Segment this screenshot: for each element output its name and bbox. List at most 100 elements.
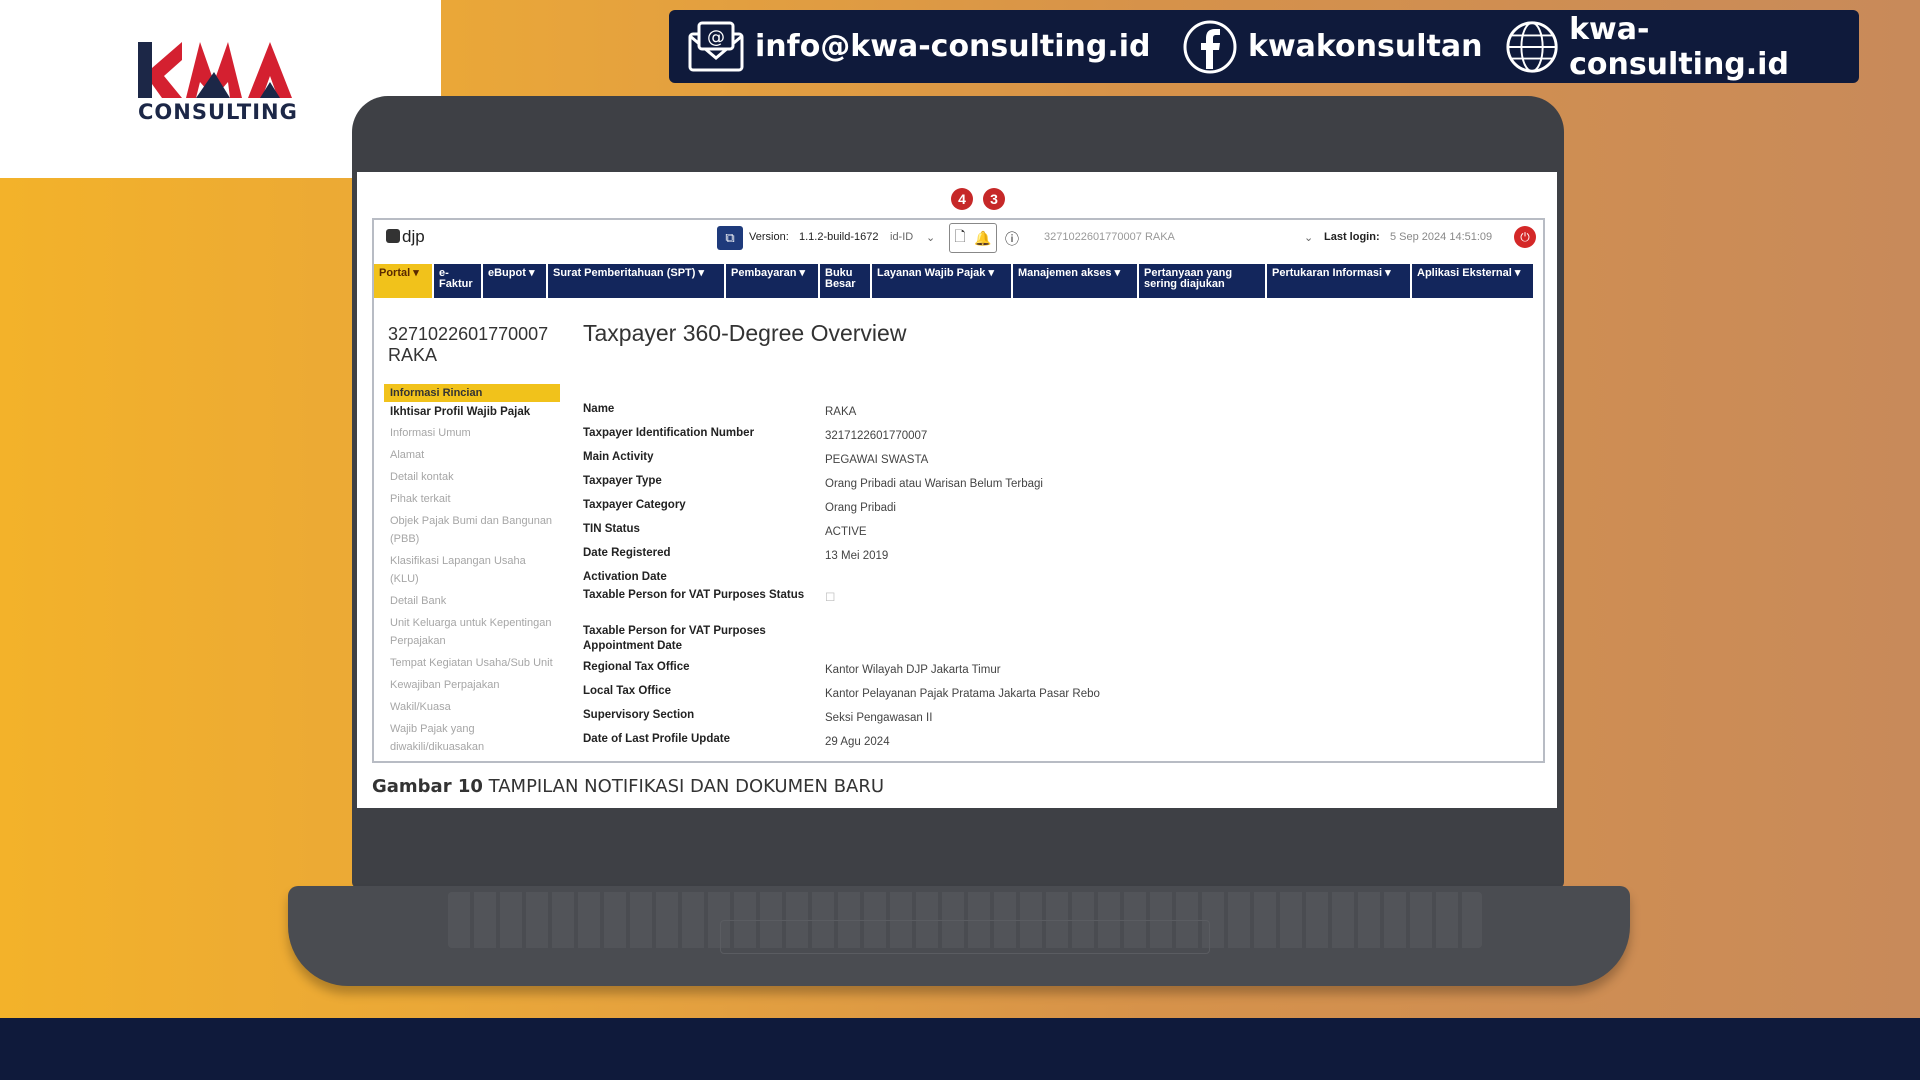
copy-icon[interactable]: ⧉: [717, 226, 743, 250]
sidebar-item-informasi-umum[interactable]: Informasi Umum: [384, 422, 560, 444]
field-row: Taxpayer Identification Number 3217122601…: [583, 426, 1483, 450]
help-icon[interactable]: ⓘ: [1005, 229, 1019, 249]
caption-number: Gambar 10: [372, 776, 483, 797]
djp-brand[interactable]: djp: [386, 227, 425, 247]
field-value: 3217122601770007: [825, 430, 928, 442]
field-label: Taxpayer Category: [583, 499, 686, 511]
document-count-badge: 4: [951, 188, 973, 210]
sidebar-item-diwakili[interactable]: Wajib Pajak yang diwakili/dikuasakan: [384, 718, 560, 758]
djp-portal-window: djp ⧉ Version: 1.1.2-build-1672 id-ID ⌄ …: [372, 218, 1545, 763]
field-label: TIN Status: [583, 523, 640, 535]
sidebar-item-alamat[interactable]: Alamat: [384, 444, 560, 466]
document-icon[interactable]: 🗋: [954, 226, 965, 250]
logo-text: CONSULTING: [138, 100, 298, 124]
sidebar-item-pbb[interactable]: Objek Pajak Bumi dan Bangunan (PBB): [384, 510, 560, 550]
nav-ebupot[interactable]: eBupot ▾: [483, 264, 546, 298]
nav-manajemen-akses[interactable]: Manajemen akses ▾: [1013, 264, 1137, 298]
email-icon: @: [688, 21, 744, 71]
website-text: kwa-consulting.id: [1569, 11, 1789, 82]
top-bar: djp ⧉ Version: 1.1.2-build-1672 id-ID ⌄ …: [374, 220, 1543, 256]
facebook-contact[interactable]: kwakonsultan: [1182, 10, 1482, 83]
kwa-logo-icon: [138, 42, 292, 98]
version-value: 1.1.2-build-1672: [799, 231, 879, 243]
sidebar-item-pihak-terkait[interactable]: Pihak terkait: [384, 488, 560, 510]
nav-buku-besar[interactable]: Buku Besar: [820, 264, 870, 298]
bell-icon[interactable]: 🔔: [974, 230, 991, 247]
sidebar-item-klu[interactable]: Klasifikasi Lapangan Usaha (KLU): [384, 550, 560, 590]
field-row: Date Registered 13 Mei 2019: [583, 546, 1483, 570]
last-login-label: Last login:: [1324, 231, 1380, 243]
field-value: ACTIVE: [825, 526, 867, 538]
nav-layanan-wajib-pajak[interactable]: Layanan Wajib Pajak ▾: [872, 264, 1011, 298]
nav-aplikasi-eksternal[interactable]: Aplikasi Eksternal ▾: [1412, 264, 1533, 298]
version-label: Version:: [749, 231, 789, 243]
field-row: Taxpayer Category Orang Pribadi: [583, 498, 1483, 522]
sidebar-item-unit-keluarga[interactable]: Unit Keluarga untuk Kepentingan Perpajak…: [384, 612, 560, 652]
laptop-trackpad: [720, 920, 1210, 954]
nav-portal[interactable]: Portal ▾: [374, 264, 432, 298]
field-value: Orang Pribadi: [825, 502, 896, 514]
last-login-value: 5 Sep 2024 14:51:09: [1390, 231, 1493, 243]
svg-text:@: @: [707, 27, 725, 48]
field-label: Taxable Person for VAT Purposes Appointm…: [583, 625, 766, 652]
account-select[interactable]: 3271022601770007 RAKA: [1044, 231, 1175, 243]
logout-icon[interactable]: ⏻: [1514, 226, 1536, 248]
field-label: Date of Last Profile Update: [583, 733, 730, 745]
sidebar-item-wakil-kuasa[interactable]: Wakil/Kuasa: [384, 696, 560, 718]
field-value: Orang Pribadi atau Warisan Belum Terbagi: [825, 478, 1043, 490]
field-value: 13 Mei 2019: [825, 550, 889, 562]
field-label: Activation Date: [583, 571, 667, 583]
page-title: Taxpayer 360-Degree Overview: [583, 320, 907, 346]
globe-icon: [1506, 20, 1558, 73]
nav-spt[interactable]: Surat Pemberitahuan (SPT) ▾: [548, 264, 724, 298]
field-value: Kantor Wilayah DJP Jakarta Timur: [825, 664, 1001, 676]
chevron-down-icon[interactable]: ⌄: [926, 231, 935, 244]
field-row: Taxable Person for VAT Purposes Status ☐: [583, 588, 1483, 624]
taxpayer-name: RAKA: [388, 345, 438, 365]
field-value: Kantor Pelayanan Pajak Pratama Jakarta P…: [825, 688, 1100, 700]
locale-select[interactable]: id-ID: [890, 231, 913, 243]
figure-caption: Gambar 10 TAMPILAN NOTIFIKASI DAN DOKUME…: [372, 776, 884, 797]
field-label: Taxable Person for VAT Purposes Status: [583, 589, 805, 601]
taxpayer-heading: 3271022601770007 RAKA: [388, 324, 548, 366]
field-row: Taxpayer Type Orang Pribadi atau Warisan …: [583, 474, 1483, 498]
sidebar-item-detail-bank[interactable]: Detail Bank: [384, 590, 560, 612]
nav-pertukaran-informasi[interactable]: Pertukaran Informasi ▾: [1267, 264, 1410, 298]
notification-icon-group: 🗋 🔔: [949, 223, 997, 253]
djp-logo-icon: [386, 229, 400, 243]
field-row: Main Activity PEGAWAI SWASTA: [583, 450, 1483, 474]
facebook-icon: [1183, 20, 1237, 73]
field-value: RAKA: [825, 406, 857, 418]
sidebar-item-tempat-kegiatan[interactable]: Tempat Kegiatan Usaha/Sub Unit: [384, 652, 560, 674]
account-chevron-icon[interactable]: ⌄: [1304, 231, 1313, 244]
sidebar-subheader[interactable]: Ikhtisar Profil Wajib Pajak: [384, 402, 560, 422]
field-row: Local Tax Office Kantor Pelayanan Pajak P…: [583, 684, 1483, 708]
email-contact[interactable]: @ info@kwa-consulting.id: [687, 10, 1151, 83]
footer-band: [0, 1018, 1920, 1080]
nav-pembayaran[interactable]: Pembayaran ▾: [726, 264, 818, 298]
sidebar-item-detail-kontak[interactable]: Detail kontak: [384, 466, 560, 488]
sidebar-item-kewajiban[interactable]: Kewajiban Perpajakan: [384, 674, 560, 696]
nav-efaktur[interactable]: e-Faktur: [434, 264, 481, 298]
field-label: Taxpayer Type: [583, 475, 662, 487]
field-label: Taxpayer Identification Number: [583, 427, 755, 439]
brand-text: djp: [402, 227, 425, 246]
field-row: Supervisory Section Seksi Pengawasan II: [583, 708, 1483, 732]
main-nav: Portal ▾ e-Faktur eBupot ▾ Surat Pemberi…: [374, 264, 1543, 298]
sidebar: Informasi Rincian Ikhtisar Profil Wajib …: [384, 384, 560, 758]
field-value: PEGAWAI SWASTA: [825, 454, 929, 466]
website-contact[interactable]: kwa-consulting.id: [1505, 10, 1859, 83]
field-value: 29 Agu 2024: [825, 736, 890, 748]
field-row: Date of Last Profile Update 29 Agu 2024: [583, 732, 1483, 756]
field-label: Regional Tax Office: [583, 661, 690, 673]
facebook-text: kwakonsultan: [1248, 29, 1483, 64]
caption-text: TAMPILAN NOTIFIKASI DAN DOKUMEN BARU: [488, 776, 885, 797]
sidebar-header[interactable]: Informasi Rincian: [384, 384, 560, 402]
nav-faq[interactable]: Pertanyaan yang sering diajukan: [1139, 264, 1265, 298]
field-label: Main Activity: [583, 451, 654, 463]
field-row: Taxable Person for VAT Purposes Appointm…: [583, 624, 1483, 660]
field-label: Name: [583, 403, 615, 415]
vat-status-checkbox[interactable]: ☐: [825, 588, 835, 606]
field-row: Activation Date: [583, 570, 1483, 588]
field-row: Name RAKA: [583, 402, 1483, 426]
